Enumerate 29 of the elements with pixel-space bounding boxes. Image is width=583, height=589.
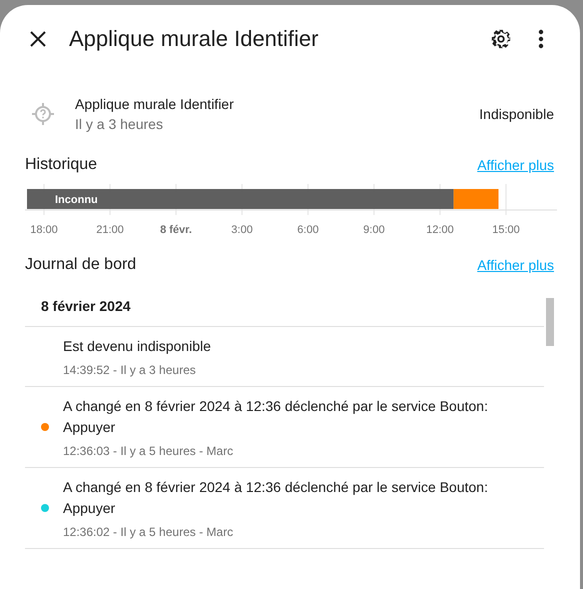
show-more-link[interactable]: Afficher plus: [477, 157, 554, 173]
axis-label: 12:00: [426, 224, 454, 236]
unknown-device-icon: [31, 102, 55, 126]
scrollbar-thumb[interactable]: [546, 298, 554, 346]
date-heading: 8 février 2024: [25, 288, 544, 327]
close-icon: [30, 31, 46, 47]
settings-icon: [490, 28, 512, 50]
axis-label: 21:00: [96, 224, 124, 236]
section-title: Historique: [25, 156, 98, 174]
section-title: Journal de bord: [25, 256, 136, 274]
axis-label: 6:00: [297, 224, 319, 236]
log-time: 12:36:03 - Il y a 5 heures - Marc: [63, 444, 234, 458]
log-message: A changé en 8 février 2024 à 12:36 déclenché par le service Bouton: Appuyer: [63, 397, 489, 437]
entity-state: Indisponible: [479, 106, 554, 122]
log-time: 14:39:52 - Il y a 3 heures: [63, 363, 197, 377]
last-changed: Il y a 3 heures: [75, 116, 164, 132]
axis-label: 18:00: [30, 224, 58, 236]
segment-label: Inconnu: [55, 194, 98, 206]
axis-label: 3:00: [231, 224, 253, 236]
log-message: Est devenu indisponible: [63, 337, 211, 356]
axis-label: 9:00: [363, 224, 385, 236]
log-time: 12:36:02 - Il y a 5 heures - Marc: [63, 525, 234, 539]
axis-label: 15:00: [492, 224, 520, 236]
axis-label: 8 févr.: [160, 224, 192, 236]
dialog-title: Applique murale Identifier: [69, 26, 320, 52]
entity-name: Applique murale Identifier: [75, 96, 235, 112]
more-icon: [538, 29, 544, 49]
log-message: A changé en 8 février 2024 à 12:36 déclenché par le service Bouton: Appuyer: [63, 478, 489, 518]
show-more-link[interactable]: Afficher plus: [477, 257, 554, 273]
